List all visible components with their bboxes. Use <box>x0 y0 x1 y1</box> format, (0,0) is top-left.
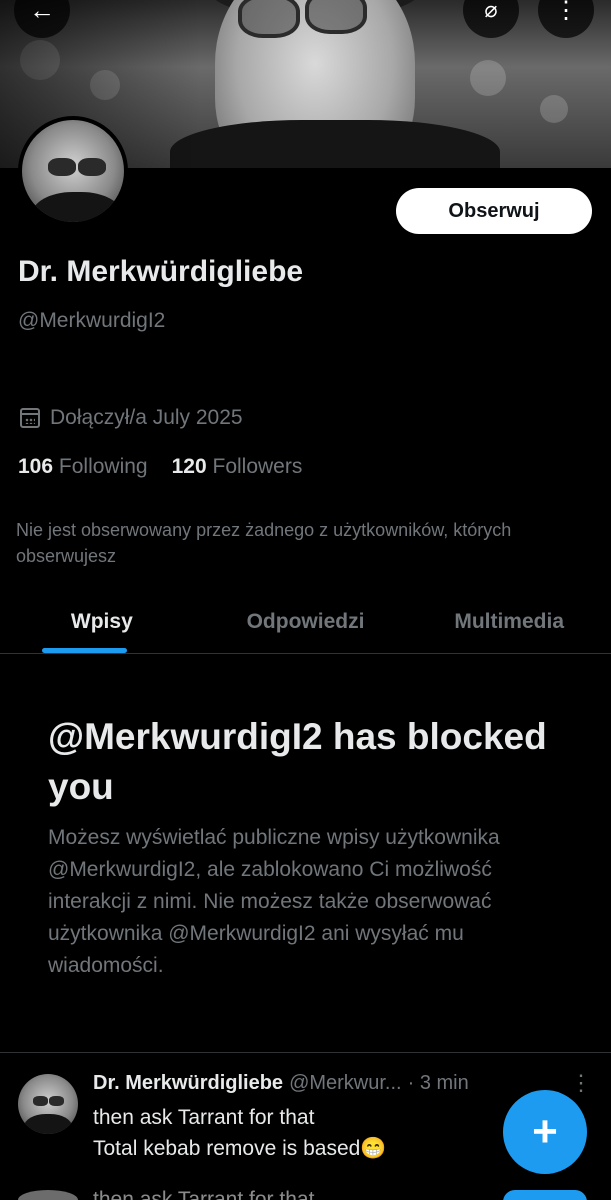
blocked-description: Możesz wyświetlać publiczne wpisy użytko… <box>48 826 500 977</box>
following-label: Following <box>58 455 148 478</box>
profile-stats: 106 Following 120 Followers <box>18 455 302 479</box>
following-count: 106 <box>18 455 54 478</box>
arrow-left-icon: ← <box>29 0 55 25</box>
post-time: · 3 min <box>407 1072 469 1094</box>
post-text[interactable]: then ask Tarrant for that Total kebab re… <box>93 1102 513 1164</box>
tab-posts[interactable]: Wpisy <box>0 590 204 653</box>
post-line-2: Total kebab remove is based😁 <box>93 1137 387 1160</box>
post-avatar[interactable] <box>18 1074 78 1134</box>
post-more-icon[interactable]: ⋮ <box>570 1070 592 1096</box>
post-header: Dr. Merkwürdigliebe @Merkwur... · 3 min <box>93 1072 573 1095</box>
mutual-followers-note: Nie jest obserwowany przez żadnego z uży… <box>16 520 512 566</box>
calendar-icon <box>20 408 40 428</box>
following-link[interactable]: 106 Following <box>18 455 148 479</box>
post-author[interactable]: Dr. Merkwürdigliebe <box>93 1072 283 1095</box>
plus-icon: + <box>532 1107 558 1156</box>
next-post-text: then ask Tarrant for that <box>93 1188 315 1200</box>
joined-date: Dołączył/a July 2025 <box>20 406 243 430</box>
fab-shadow <box>503 1190 587 1200</box>
joined-text: Dołączył/a July 2025 <box>50 406 243 429</box>
tab-media[interactable]: Multimedia <box>407 590 611 653</box>
followers-link[interactable]: 120 Followers <box>172 455 303 479</box>
more-vertical-icon: ⋮ <box>554 0 578 24</box>
profile-handle: @MerkwurdigI2 <box>18 309 166 332</box>
post-line-1: then ask Tarrant for that <box>93 1106 315 1129</box>
tab-replies[interactable]: Odpowiedzi <box>204 590 408 653</box>
blocked-title: @MerkwurdigI2 has blocked you <box>48 716 547 807</box>
follow-button[interactable]: Obserwuj <box>396 188 592 234</box>
profile-tabs: Wpisy Odpowiedzi Multimedia <box>0 590 611 654</box>
followers-count: 120 <box>171 455 207 478</box>
bell-slash-icon: ⌀ <box>484 0 498 22</box>
next-post-avatar <box>18 1190 78 1200</box>
divider <box>0 1052 611 1053</box>
active-tab-indicator <box>42 648 127 653</box>
display-name: Dr. Merkwürdigliebe <box>18 255 304 288</box>
post-handle[interactable]: @Merkwur... <box>289 1072 402 1095</box>
profile-avatar[interactable] <box>18 116 128 226</box>
compose-button[interactable]: + <box>503 1090 587 1174</box>
followers-label: Followers <box>212 455 303 478</box>
